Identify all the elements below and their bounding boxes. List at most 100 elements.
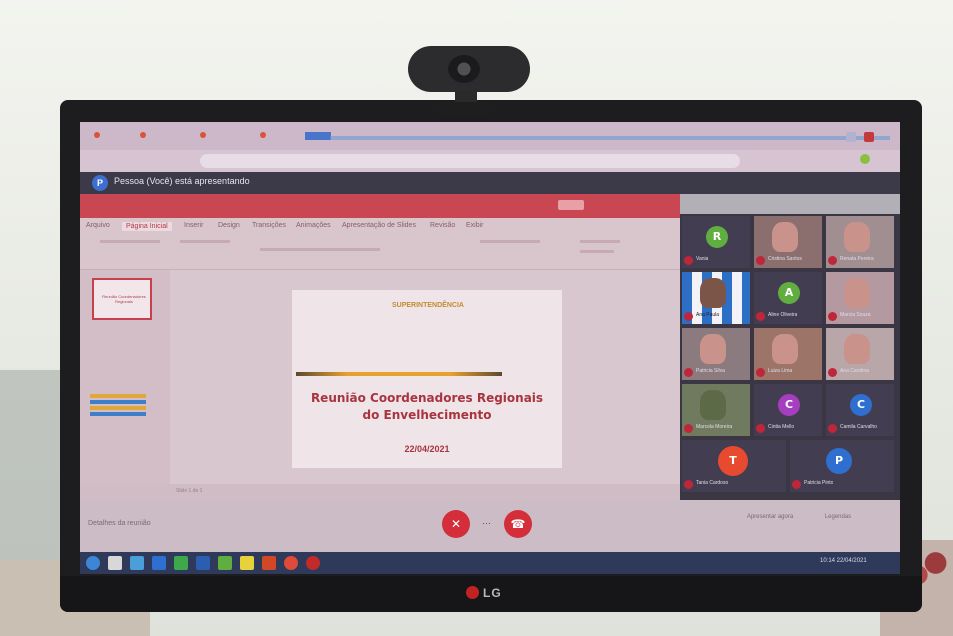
- participant-tile[interactable]: Renata Pereira: [826, 216, 894, 268]
- minimize-icon[interactable]: [846, 132, 856, 142]
- taskbar: 10:14 22/04/2021: [80, 552, 900, 574]
- ribbon-tab[interactable]: Exibir: [466, 222, 484, 229]
- participants-grid: R Vania Cristina Santos Renata Pereira A…: [680, 214, 900, 500]
- participant-name: Aline Oliveira: [768, 312, 798, 318]
- participant-tile[interactable]: A Aline Oliveira: [754, 272, 822, 324]
- participant-tile[interactable]: P Patricia Pinto: [790, 440, 894, 492]
- participant-name: Patricia Pinto: [804, 480, 834, 486]
- present-now-button[interactable]: Apresentar agora: [740, 514, 800, 520]
- meeting-controls: Detalhes da reunião ✕ ⋯ ☎ Apresentar ago…: [80, 500, 900, 552]
- participant-tile[interactable]: C Camila Carvalho: [826, 384, 894, 436]
- mic-off-icon: [756, 424, 765, 433]
- participant-face: [844, 222, 870, 252]
- slide-title: Reunião Coordenadores Regionais do Envel…: [292, 390, 562, 424]
- ribbon-control[interactable]: [180, 240, 230, 243]
- participant-face: [772, 222, 798, 252]
- participant-tile[interactable]: Marcia Souza: [826, 272, 894, 324]
- ribbon-control[interactable]: [480, 240, 540, 243]
- taskbar-clock: 10:14 22/04/2021: [820, 558, 867, 564]
- mic-off-icon: ✕: [450, 517, 462, 531]
- ribbon-tab[interactable]: Página Inicial: [122, 222, 172, 231]
- participant-tile[interactable]: Luiza Lima: [754, 328, 822, 380]
- slide-thumbnails: Reunião Coordenadores Regionais: [80, 270, 170, 500]
- participant-name: Ana Paula: [696, 312, 720, 318]
- ribbon-control[interactable]: [260, 248, 380, 251]
- ribbon-tab[interactable]: Revisão: [430, 222, 455, 229]
- mic-off-icon: [828, 256, 837, 265]
- participant-name: Luiza Lima: [768, 368, 793, 374]
- leave-call-button[interactable]: ☎: [504, 510, 532, 538]
- app-icon[interactable]: [218, 556, 232, 570]
- tab-favicon: [200, 132, 206, 138]
- ribbon-tab[interactable]: Inserir: [184, 222, 203, 229]
- captions-button[interactable]: Legendas: [808, 514, 868, 520]
- address-bar[interactable]: [200, 154, 740, 168]
- screen: P Pessoa (Você) está apresentando Arquiv…: [80, 122, 900, 574]
- mic-toggle-button[interactable]: ✕: [442, 510, 470, 538]
- participant-tile[interactable]: Ana Carolina: [826, 328, 894, 380]
- participant-name: Cristina Santos: [768, 256, 802, 262]
- participant-avatar: C: [850, 394, 872, 416]
- mic-off-icon: [828, 424, 837, 433]
- participant-face: [844, 334, 870, 364]
- meeting-details-link[interactable]: Detalhes da reunião: [88, 520, 151, 527]
- opera-icon[interactable]: [306, 556, 320, 570]
- participant-name: Cintia Mello: [768, 424, 795, 430]
- mic-off-icon: [828, 368, 837, 377]
- participant-tile[interactable]: Ana Paula: [682, 272, 750, 324]
- profile-icon[interactable]: [860, 154, 870, 164]
- participant-avatar: A: [778, 282, 800, 304]
- participant-tile[interactable]: C Cintia Mello: [754, 384, 822, 436]
- browser-tab-strip[interactable]: [80, 122, 900, 150]
- shared-presentation: Arquivo Página Inicial Inserir Design Tr…: [80, 194, 680, 500]
- excel-icon[interactable]: [174, 556, 188, 570]
- close-icon[interactable]: [864, 132, 874, 142]
- participant-face: [700, 334, 726, 364]
- participant-name: Vania: [696, 256, 709, 262]
- edge-icon[interactable]: [152, 556, 166, 570]
- participant-tile[interactable]: T Tania Cardoso: [682, 440, 786, 492]
- mic-off-icon: [684, 424, 693, 433]
- powerpoint-icon[interactable]: [262, 556, 276, 570]
- logo-image: [90, 394, 146, 424]
- participant-avatar: P: [826, 448, 852, 474]
- participant-face: [772, 334, 798, 364]
- mic-off-icon: [684, 256, 693, 265]
- ribbon-control[interactable]: [100, 240, 160, 243]
- participant-name: Patricia Silva: [696, 368, 725, 374]
- mic-off-icon: [756, 368, 765, 377]
- mic-off-icon: [684, 480, 693, 489]
- participant-tile[interactable]: R Vania: [682, 216, 750, 268]
- participant-tile[interactable]: Marcela Moreira: [682, 384, 750, 436]
- ribbon-tab[interactable]: Apresentação de Slides: [342, 222, 416, 229]
- mic-off-icon: [828, 312, 837, 321]
- word-icon[interactable]: [196, 556, 210, 570]
- mic-off-icon: [756, 256, 765, 265]
- participant-avatar: R: [706, 226, 728, 248]
- explorer-icon[interactable]: [130, 556, 144, 570]
- ppt-title-bar: [80, 194, 680, 218]
- more-options-button[interactable]: ⋯: [482, 518, 491, 529]
- tab-favicon: [260, 132, 266, 138]
- participant-tile[interactable]: Patricia Silva: [682, 328, 750, 380]
- folder-icon[interactable]: [240, 556, 254, 570]
- ribbon-tab[interactable]: Animações: [296, 222, 331, 229]
- presenter-avatar: P: [92, 175, 108, 191]
- ribbon-control[interactable]: [580, 240, 620, 243]
- ribbon-tab[interactable]: Arquivo: [86, 222, 110, 229]
- slide-canvas: SUPERINTENDÊNCIA Reunião Coordenadores R…: [292, 290, 562, 468]
- chrome-icon[interactable]: [284, 556, 298, 570]
- participant-tile[interactable]: Cristina Santos: [754, 216, 822, 268]
- ribbon-control[interactable]: [580, 250, 614, 253]
- slide-thumbnail[interactable]: Reunião Coordenadores Regionais: [92, 278, 152, 320]
- presenter-text: Pessoa (Você) está apresentando: [114, 176, 250, 186]
- ribbon-tab[interactable]: Transições: [252, 222, 286, 229]
- tab-strip-line: [330, 136, 890, 140]
- search-icon[interactable]: [108, 556, 122, 570]
- mic-off-icon: [684, 368, 693, 377]
- ribbon-tab[interactable]: Design: [218, 222, 240, 229]
- mic-off-icon: [792, 480, 801, 489]
- participant-name: Marcia Souza: [840, 312, 871, 318]
- start-icon[interactable]: [86, 556, 100, 570]
- tab-active[interactable]: [305, 132, 331, 140]
